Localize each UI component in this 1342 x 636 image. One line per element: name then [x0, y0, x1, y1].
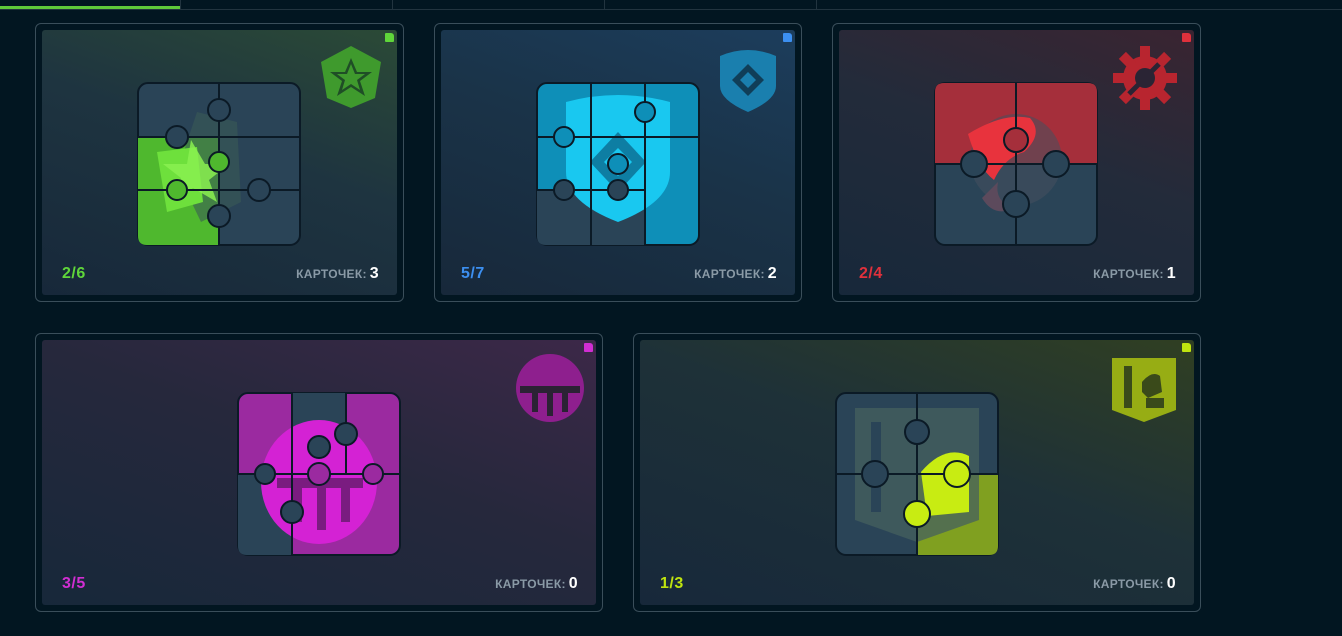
rarity-corner-marker — [1182, 343, 1191, 352]
rarity-corner-marker — [1182, 33, 1191, 42]
card-count: КАРТОЧЕК: 1 — [1093, 265, 1176, 283]
tab-divider — [392, 0, 393, 9]
card-count: КАРТОЧЕК: 0 — [1093, 575, 1176, 593]
tab-divider — [816, 0, 817, 9]
rarity-corner-marker — [385, 33, 394, 42]
card-panel: 1/3 КАРТОЧЕК: 0 — [640, 340, 1194, 605]
top-tab-bar — [0, 0, 1342, 10]
collection-progress: 2/6 — [62, 265, 86, 282]
collection-card-green[interactable]: 2/6 КАРТОЧЕК: 3 — [35, 23, 404, 302]
rarity-corner-marker — [584, 343, 593, 352]
fist-shield-icon — [1112, 358, 1176, 422]
puzzle-image — [237, 392, 401, 556]
card-count: КАРТОЧЕК: 2 — [694, 265, 777, 283]
star-shield-icon — [321, 46, 381, 108]
eye-shield-icon — [720, 50, 776, 112]
puzzle-image — [137, 82, 301, 246]
collection-progress: 2/4 — [859, 265, 883, 282]
card-count: КАРТОЧЕК: 0 — [495, 575, 578, 593]
collection-card-red[interactable]: 2/4 КАРТОЧЕК: 1 — [832, 23, 1201, 302]
rarity-corner-marker — [783, 33, 792, 42]
card-panel: 3/5 КАРТОЧЕК: 0 — [42, 340, 596, 605]
card-count-value: 1 — [1166, 265, 1176, 282]
card-count: КАРТОЧЕК: 3 — [296, 265, 379, 283]
card-count-value: 3 — [369, 265, 379, 282]
collection-progress: 5/7 — [461, 265, 485, 282]
card-count-label: КАРТОЧЕК: — [1093, 267, 1164, 281]
collection-progress: 3/5 — [62, 575, 86, 592]
puzzle-image — [835, 392, 999, 556]
card-count-label: КАРТОЧЕК: — [694, 267, 765, 281]
card-count-value: 0 — [568, 575, 578, 592]
collection-card-blue[interactable]: 5/7 КАРТОЧЕК: 2 — [434, 23, 802, 302]
active-tab-indicator — [0, 6, 180, 9]
tab-divider — [180, 0, 181, 9]
gear-icon — [1113, 46, 1177, 110]
card-count-value: 0 — [1166, 575, 1176, 592]
card-panel: 5/7 КАРТОЧЕК: 2 — [441, 30, 795, 295]
tab-divider — [604, 0, 605, 9]
card-count-label: КАРТОЧЕК: — [296, 267, 367, 281]
card-count-label: КАРТОЧЕК: — [495, 577, 566, 591]
trident-emblem-icon — [516, 354, 584, 422]
card-panel: 2/4 КАРТОЧЕК: 1 — [839, 30, 1194, 295]
card-panel: 2/6 КАРТОЧЕК: 3 — [42, 30, 397, 295]
puzzle-image — [934, 82, 1098, 246]
collection-progress: 1/3 — [660, 575, 684, 592]
collection-card-lime[interactable]: 1/3 КАРТОЧЕК: 0 — [633, 333, 1201, 612]
card-count-label: КАРТОЧЕК: — [1093, 577, 1164, 591]
puzzle-image — [536, 82, 700, 246]
collection-card-magenta[interactable]: 3/5 КАРТОЧЕК: 0 — [35, 333, 603, 612]
card-count-value: 2 — [767, 265, 777, 282]
